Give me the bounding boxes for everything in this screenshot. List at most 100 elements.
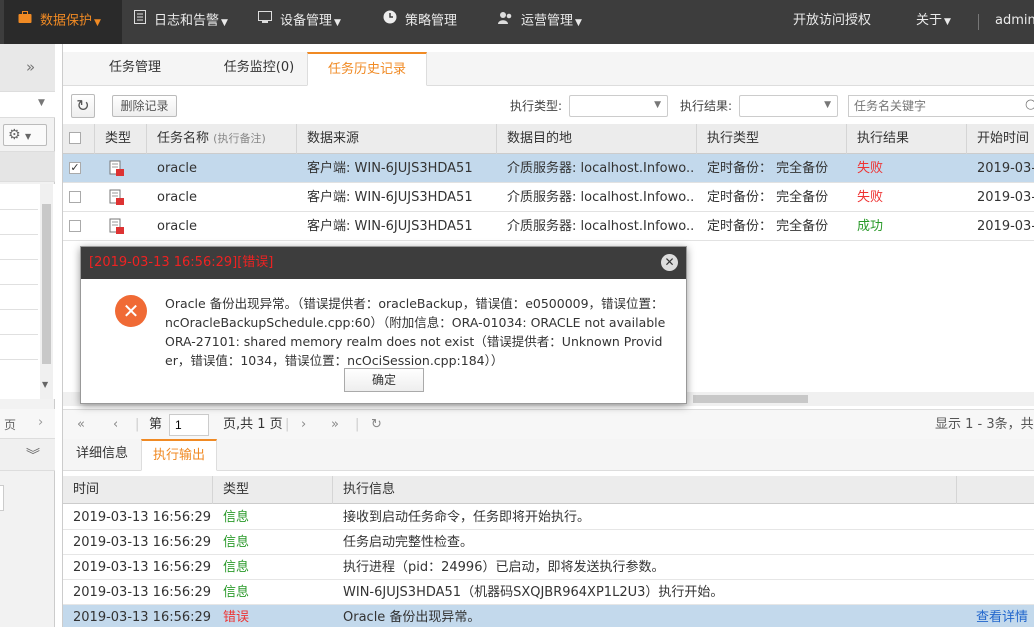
select-all-column[interactable] <box>63 124 95 154</box>
row-exec-type: 定时备份： 完全备份 <box>707 219 829 234</box>
chevron-down-icon: ▼ <box>334 17 341 28</box>
toolbar: ↻ 删除记录 执行类型: ▼ 执行结果: ▼ ○ <box>63 88 1034 124</box>
select-all-checkbox[interactable] <box>69 132 81 144</box>
top-nav: 数据保护 ▼ 日志和告警 ▼ 设备管理 ▼ 策略管理 运营管理 ▼ 开放访问授权 关于 ▼… <box>0 0 1034 44</box>
sidebar-row <box>0 309 38 310</box>
log-row[interactable]: 2019-03-13 16:56:29 信息 执行进程（pid：24996）已启… <box>63 555 1034 580</box>
sidebar-row <box>0 359 38 360</box>
row-task-name: oracle <box>157 161 198 176</box>
sidebar-detail-header: ︾ <box>0 439 55 471</box>
column-start-time[interactable]: 开始时间 <box>967 124 1034 154</box>
log-message: 接收到启动任务命令，任务即将开始执行。 <box>343 510 591 525</box>
sidebar-scrollbar[interactable]: ▼ <box>40 184 53 399</box>
nav-policy-management[interactable]: 策略管理 <box>383 0 457 44</box>
page-number-input[interactable] <box>169 414 209 436</box>
column-type[interactable]: 类型 <box>95 124 147 154</box>
tab-detail-info[interactable]: 详细信息 <box>67 439 137 471</box>
close-icon[interactable]: ✕ <box>661 254 678 271</box>
last-page-icon[interactable]: » <box>331 410 339 440</box>
column-type[interactable]: 类型 <box>213 476 333 504</box>
double-chevron-right-icon[interactable]: » <box>26 58 35 76</box>
about-menu[interactable]: 关于 ▼ <box>916 0 951 44</box>
task-name-search-input[interactable] <box>848 95 1034 117</box>
column-task-name-label: 任务名称 <box>157 131 210 146</box>
log-type: 信息 <box>223 560 250 575</box>
oracle-db-icon <box>109 189 125 209</box>
row-exec-type: 定时备份： 完全备份 <box>707 190 829 205</box>
nav-data-protection[interactable]: 数据保护 ▼ <box>4 0 122 44</box>
chevron-right-icon[interactable]: › <box>38 415 43 430</box>
log-icon <box>134 0 146 42</box>
refresh-button[interactable]: ↻ <box>71 94 95 118</box>
log-row[interactable]: 2019-03-13 16:56:29 错误 Oracle 备份出现异常。 查看… <box>63 605 1034 627</box>
first-page-icon[interactable]: « <box>77 410 85 440</box>
row-checkbox[interactable]: ✓ <box>69 162 81 174</box>
chevron-down-icon: ▼ <box>944 17 951 27</box>
sidebar-row <box>0 152 55 182</box>
log-type: 信息 <box>223 510 250 525</box>
scrollbar-thumb[interactable] <box>42 204 51 364</box>
log-type: 信息 <box>223 535 250 550</box>
row-checkbox[interactable] <box>69 220 81 232</box>
tab-task-history[interactable]: 任务历史记录 <box>307 52 427 86</box>
log-time: 2019-03-13 16:56:29 <box>73 585 212 600</box>
delete-records-button[interactable]: 删除记录 <box>112 95 177 117</box>
chevron-down-icon: ▼ <box>654 100 661 110</box>
about-label: 关于 <box>916 13 943 28</box>
chevron-down-icon: ▼ <box>221 17 228 28</box>
error-dialog: [2019-03-13 16:56:29][错误] ✕ ✕ Oracle 备份出… <box>80 246 687 404</box>
column-exec-result[interactable]: 执行结果 <box>847 124 967 154</box>
exec-result-select[interactable]: ▼ <box>739 95 838 117</box>
column-time[interactable]: 时间 <box>63 476 213 504</box>
row-start-time: 2019-03-1 <box>977 161 1034 176</box>
row-checkbox[interactable] <box>69 191 81 203</box>
view-detail-link[interactable]: 查看详情 <box>976 605 1028 627</box>
table-row[interactable]: oracle 客户端: WIN-6JUJS3HDA51 介质服务器: local… <box>63 212 1034 241</box>
search-icon[interactable]: ○ <box>1025 97 1034 112</box>
scrollbar-thumb[interactable] <box>693 395 808 403</box>
column-task-name[interactable]: 任务名称 (执行备注) <box>147 124 297 154</box>
open-access-link[interactable]: 开放访问授权 <box>793 0 871 44</box>
row-source: 客户端: WIN-6JUJS3HDA51 <box>307 161 473 176</box>
log-type: 信息 <box>223 585 250 600</box>
table-row[interactable]: ✓ oracle 客户端: WIN-6JUJS3HDA51 介质服务器: loc… <box>63 154 1034 183</box>
sidebar-select[interactable]: ▼ <box>0 92 55 118</box>
tab-task-monitor[interactable]: 任务监控(0) <box>195 52 323 86</box>
next-page-icon[interactable]: › <box>301 410 306 440</box>
column-exec-info[interactable]: 执行信息 <box>333 476 957 504</box>
gear-icon[interactable]: ⚙ ▼ <box>3 124 47 146</box>
refresh-icon[interactable]: ↻ <box>371 410 382 440</box>
sidebar-pager: 页 › <box>0 409 55 439</box>
nav-device-management[interactable]: 设备管理 ▼ <box>258 0 341 44</box>
scroll-down-icon[interactable]: ▼ <box>42 380 48 389</box>
nav-logs-alerts[interactable]: 日志和告警 ▼ <box>134 0 228 44</box>
double-chevron-down-icon[interactable]: ︾ <box>26 445 40 465</box>
prev-page-icon[interactable]: ‹ <box>113 410 118 440</box>
log-message: Oracle 备份出现异常。 <box>343 610 481 625</box>
column-source[interactable]: 数据来源 <box>297 124 497 154</box>
error-icon: ✕ <box>115 295 147 327</box>
sidebar-detail-input[interactable] <box>0 485 4 511</box>
table-row[interactable]: oracle 客户端: WIN-6JUJS3HDA51 介质服务器: local… <box>63 183 1034 212</box>
log-row[interactable]: 2019-03-13 16:56:29 信息 WIN-6JUJS3HDA51（机… <box>63 580 1034 605</box>
row-source: 客户端: WIN-6JUJS3HDA51 <box>307 190 473 205</box>
dialog-title: [2019-03-13 16:56:29][错误] <box>81 247 686 279</box>
tab-exec-output[interactable]: 执行输出 <box>141 439 217 471</box>
log-time: 2019-03-13 16:56:29 <box>73 535 212 550</box>
log-row[interactable]: 2019-03-13 16:56:29 信息 任务启动完整性检查。 <box>63 530 1034 555</box>
column-destination[interactable]: 数据目的地 <box>497 124 697 154</box>
detail-tab-bar: 详细信息 执行输出 <box>63 439 1034 471</box>
nav-operations[interactable]: 运营管理 ▼ <box>498 0 582 44</box>
exec-type-select[interactable]: ▼ <box>569 95 668 117</box>
log-time: 2019-03-13 16:56:29 <box>73 610 212 625</box>
sidebar-row <box>0 259 38 260</box>
user-menu[interactable]: admin <box>995 0 1034 44</box>
refresh-icon: ↻ <box>76 96 90 115</box>
tab-task-management[interactable]: 任务管理 <box>85 52 185 86</box>
users-icon <box>498 0 513 42</box>
sidebar-settings[interactable]: ⚙ ▼ <box>0 118 55 152</box>
log-row[interactable]: 2019-03-13 16:56:29 信息 接收到启动任务命令，任务即将开始执… <box>63 505 1034 530</box>
page-prefix: 第 <box>149 417 163 432</box>
ok-button[interactable]: 确定 <box>344 368 424 392</box>
column-exec-type[interactable]: 执行类型 <box>697 124 847 154</box>
